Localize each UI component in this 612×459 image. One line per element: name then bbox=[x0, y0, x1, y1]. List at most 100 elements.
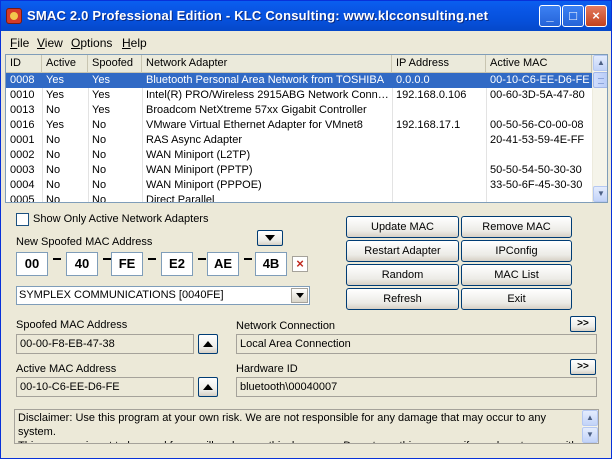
cell-adapter: WAN Miniport (L2TP) bbox=[146, 149, 251, 161]
network-connection-more-button[interactable]: >> bbox=[570, 316, 596, 332]
menu-options-key: O bbox=[71, 36, 81, 50]
cell-active: No bbox=[46, 179, 61, 191]
table-row[interactable]: 0005 No No Direct Parallel bbox=[6, 193, 592, 203]
ipconfig-button[interactable]: IPConfig bbox=[461, 240, 572, 262]
table-row[interactable]: 0010 Yes Yes Intel(R) PRO/Wireless 2915A… bbox=[6, 88, 592, 103]
mac-separator bbox=[198, 258, 206, 260]
cell-mac bbox=[486, 103, 592, 118]
cell-adapter: WAN Miniport (PPTP) bbox=[146, 164, 253, 176]
smac-app-icon[interactable] bbox=[6, 8, 22, 24]
menu-options[interactable]: Options bbox=[71, 36, 112, 50]
cell-spoofed: No bbox=[92, 149, 107, 161]
close-button[interactable]: × bbox=[585, 5, 607, 27]
disclaimer-text: Disclaimer: Use this program at your own… bbox=[18, 412, 577, 443]
show-only-active-label[interactable]: Show Only Active Network Adapters bbox=[33, 213, 208, 225]
network-connection-label: Network Connection bbox=[236, 320, 336, 332]
table-row[interactable]: 0003 No No WAN Miniport (PPTP) 50-50-54-… bbox=[6, 163, 592, 178]
mac-separator bbox=[103, 258, 111, 260]
column-header-active-mac[interactable]: Active MAC bbox=[486, 55, 592, 73]
table-scrollbar[interactable]: ▲ ▼ bbox=[592, 55, 607, 202]
cell-active: No bbox=[46, 134, 61, 146]
column-header-spoofed[interactable]: Spoofed bbox=[88, 55, 142, 73]
restart-adapter-button[interactable]: Restart Adapter bbox=[346, 240, 459, 262]
cell-spoofed: No bbox=[92, 179, 107, 191]
scroll-down-button[interactable]: ▼ bbox=[593, 186, 607, 202]
adapter-table[interactable]: ID Active Spoofed Network Adapter IP Add… bbox=[5, 54, 608, 203]
disclaimer-scrollbar[interactable]: ▲ ▼ bbox=[582, 410, 598, 443]
copy-spoofed-mac-button[interactable] bbox=[198, 334, 218, 354]
refresh-button[interactable]: Refresh bbox=[346, 288, 459, 310]
menu-help[interactable]: Help bbox=[122, 36, 147, 50]
cell-id: 0008 bbox=[10, 74, 35, 86]
mac-octet-5-input[interactable]: AE bbox=[207, 252, 239, 276]
hardware-id-more-button[interactable]: >> bbox=[570, 359, 596, 375]
cell-ip bbox=[392, 193, 486, 202]
update-mac-button[interactable]: Update MAC bbox=[346, 216, 459, 238]
clear-mac-button[interactable]: × bbox=[292, 256, 308, 272]
exit-button[interactable]: Exit bbox=[461, 288, 572, 310]
menu-view[interactable]: View bbox=[37, 36, 63, 50]
mac-list-button[interactable]: MAC List bbox=[461, 264, 572, 286]
mac-octet-1-input[interactable]: 00 bbox=[16, 252, 48, 276]
hardware-id-field[interactable]: bluetooth\00040007 bbox=[236, 377, 597, 397]
vendor-select-value: SYMPLEX COMMUNICATIONS [0040FE] bbox=[19, 289, 224, 301]
scroll-thumb[interactable] bbox=[593, 72, 607, 88]
column-header-id[interactable]: ID bbox=[6, 55, 42, 73]
network-connection-field[interactable]: Local Area Connection bbox=[236, 334, 597, 354]
table-row[interactable]: 0004 No No WAN Miniport (PPPOE) 33-50-6F… bbox=[6, 178, 592, 193]
mac-separator bbox=[148, 258, 156, 260]
cell-adapter: Direct Parallel bbox=[146, 194, 215, 203]
active-mac-field[interactable]: 00-10-C6-EE-D6-FE bbox=[16, 377, 194, 397]
vendor-dropdown-button[interactable] bbox=[291, 288, 308, 303]
minimize-button[interactable]: _ bbox=[539, 5, 561, 27]
menu-file[interactable]: File bbox=[10, 36, 29, 50]
cell-active: Yes bbox=[46, 89, 64, 101]
disclaimer-box[interactable]: Disclaimer: Use this program at your own… bbox=[14, 409, 599, 444]
mac-octet-2-input[interactable]: 40 bbox=[66, 252, 98, 276]
chevron-down-icon bbox=[295, 293, 304, 298]
remove-mac-button[interactable]: Remove MAC bbox=[461, 216, 572, 238]
mac-octet-4-input[interactable]: E2 bbox=[161, 252, 193, 276]
title-bar[interactable]: SMAC 2.0 Professional Edition - KLC Cons… bbox=[1, 1, 611, 31]
mac-octet-3-input[interactable]: FE bbox=[111, 252, 143, 276]
cell-mac: 33-50-6F-45-30-30 bbox=[490, 179, 583, 191]
disclaimer-scroll-up-button[interactable]: ▲ bbox=[582, 410, 598, 426]
cell-spoofed: No bbox=[92, 134, 107, 146]
cell-adapter: Broadcom NetXtreme 57xx Gigabit Controll… bbox=[146, 104, 367, 116]
cell-id: 0010 bbox=[10, 89, 35, 101]
column-header-ip-address[interactable]: IP Address bbox=[392, 55, 486, 73]
mac-separator bbox=[244, 258, 252, 260]
random-button[interactable]: Random bbox=[346, 264, 459, 286]
mac-octet-6-input[interactable]: 4B bbox=[255, 252, 287, 276]
table-row[interactable]: 0013 No Yes Broadcom NetXtreme 57xx Giga… bbox=[6, 103, 592, 118]
cell-id: 0013 bbox=[10, 104, 35, 116]
spoofed-mac-field[interactable]: 00-00-F8-EB-47-38 bbox=[16, 334, 194, 354]
disclaimer-scroll-down-button[interactable]: ▼ bbox=[582, 427, 598, 443]
vendor-select[interactable]: SYMPLEX COMMUNICATIONS [0040FE] bbox=[16, 286, 310, 305]
cell-ip bbox=[392, 103, 486, 118]
cell-ip bbox=[392, 148, 486, 163]
cell-mac bbox=[486, 193, 592, 202]
maximize-button[interactable]: □ bbox=[562, 5, 584, 27]
scroll-up-button[interactable]: ▲ bbox=[593, 55, 607, 71]
mac-dropdown-button[interactable] bbox=[257, 230, 283, 246]
table-row[interactable]: 0002 No No WAN Miniport (L2TP) bbox=[6, 148, 592, 163]
cell-mac: 00-50-56-C0-00-08 bbox=[490, 119, 584, 131]
mac-separator bbox=[53, 258, 61, 260]
table-row[interactable]: 0016 Yes No VMware Virtual Ethernet Adap… bbox=[6, 118, 592, 133]
table-row[interactable]: 0001 No No RAS Async Adapter 20-41-53-59… bbox=[6, 133, 592, 148]
cell-mac: 00-60-3D-5A-47-80 bbox=[490, 89, 585, 101]
cell-ip: 0.0.0.0 bbox=[396, 74, 430, 86]
table-row[interactable]: 0008 Yes Yes Bluetooth Personal Area Net… bbox=[6, 73, 592, 88]
cell-mac: 00-10-C6-EE-D6-FE bbox=[490, 74, 590, 86]
show-only-active-checkbox[interactable] bbox=[16, 213, 29, 226]
cell-active: No bbox=[46, 194, 61, 203]
menu-file-label: ile bbox=[17, 36, 30, 50]
window-title: SMAC 2.0 Professional Edition - KLC Cons… bbox=[27, 8, 489, 23]
cell-id: 0016 bbox=[10, 119, 35, 131]
cell-mac: 20-41-53-59-4E-FF bbox=[490, 134, 585, 146]
column-header-network-adapter[interactable]: Network Adapter bbox=[142, 55, 392, 73]
column-header-active[interactable]: Active bbox=[42, 55, 88, 73]
copy-active-mac-button[interactable] bbox=[198, 377, 218, 397]
cell-spoofed: Yes bbox=[92, 74, 110, 86]
